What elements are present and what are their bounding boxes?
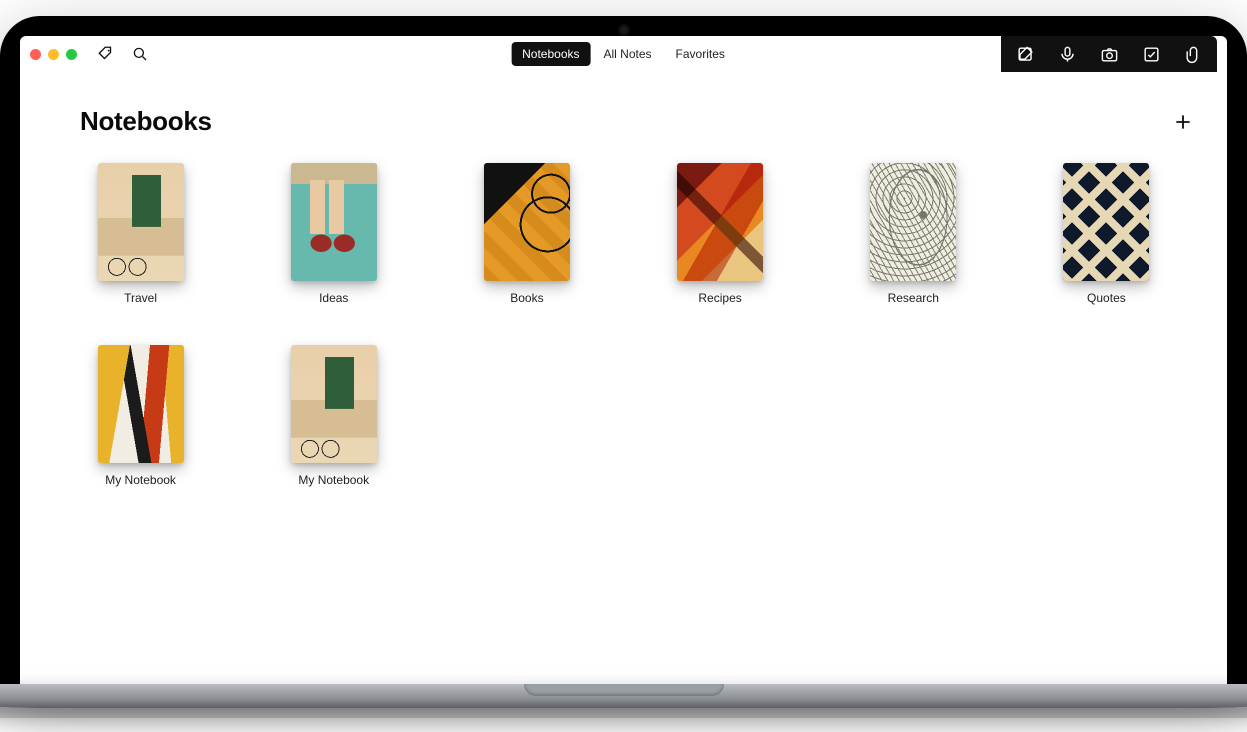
add-notebook-button[interactable] (1169, 108, 1197, 136)
tab-all-notes[interactable]: All Notes (592, 42, 662, 66)
title-row: Notebooks (80, 106, 1167, 137)
notebook-label: Recipes (698, 291, 741, 305)
notebook-label: Travel (124, 291, 157, 305)
camera-note-button[interactable] (1095, 41, 1123, 67)
notebook-item[interactable]: My Notebook (273, 345, 394, 487)
notebook-cover (870, 163, 956, 281)
tab-favorites[interactable]: Favorites (665, 42, 736, 66)
notebook-item[interactable]: My Notebook (80, 345, 201, 487)
laptop-notch (524, 684, 724, 696)
notebook-item[interactable]: Books (466, 163, 587, 305)
notebook-label: Research (888, 291, 939, 305)
tags-button[interactable] (93, 41, 119, 67)
search-icon (131, 45, 149, 63)
top-bar: Notebooks All Notes Favorites (20, 36, 1227, 72)
window-minimize-button[interactable] (48, 49, 59, 60)
voice-note-button[interactable] (1053, 41, 1081, 67)
microphone-icon (1058, 45, 1077, 64)
notebook-cover (291, 163, 377, 281)
compose-icon (1016, 45, 1035, 64)
notebook-label: Quotes (1087, 291, 1126, 305)
app-window: Notebooks All Notes Favorites (20, 36, 1227, 684)
page-title: Notebooks (80, 106, 212, 137)
checklist-icon (1142, 45, 1161, 64)
notebook-cover (98, 345, 184, 463)
view-tabs: Notebooks All Notes Favorites (511, 42, 736, 66)
notebook-label: My Notebook (298, 473, 369, 487)
main-content: Notebooks Travel Ideas Books Recipes Researc… (20, 72, 1227, 684)
laptop-base (0, 684, 1247, 716)
laptop-frame: Notebooks All Notes Favorites (0, 16, 1247, 716)
notebook-label: Books (510, 291, 543, 305)
paperclip-icon (1184, 45, 1203, 64)
window-zoom-button[interactable] (66, 49, 77, 60)
plus-icon (1173, 112, 1193, 132)
notebook-item[interactable]: Ideas (273, 163, 394, 305)
notebook-item[interactable]: Research (853, 163, 974, 305)
quick-actions (1001, 36, 1217, 72)
notebook-cover (1063, 163, 1149, 281)
window-close-button[interactable] (30, 49, 41, 60)
notebook-label: My Notebook (105, 473, 176, 487)
notebook-cover (98, 163, 184, 281)
notebook-cover (677, 163, 763, 281)
attachment-button[interactable] (1179, 41, 1207, 67)
notebook-label: Ideas (319, 291, 348, 305)
tab-notebooks[interactable]: Notebooks (511, 42, 590, 66)
notebook-grid: Travel Ideas Books Recipes Research Quotes My … (80, 163, 1167, 487)
tag-icon (97, 45, 115, 63)
checklist-note-button[interactable] (1137, 41, 1165, 67)
compose-note-button[interactable] (1011, 41, 1039, 67)
notebook-cover (291, 345, 377, 463)
notebook-item[interactable]: Travel (80, 163, 201, 305)
notebook-item[interactable]: Recipes (659, 163, 780, 305)
camera-icon (1100, 45, 1119, 64)
notebook-item[interactable]: Quotes (1046, 163, 1167, 305)
laptop-body: Notebooks All Notes Favorites (0, 16, 1247, 684)
laptop-lip (0, 684, 1247, 708)
window-controls (30, 49, 77, 60)
notebook-cover (484, 163, 570, 281)
search-button[interactable] (127, 41, 153, 67)
